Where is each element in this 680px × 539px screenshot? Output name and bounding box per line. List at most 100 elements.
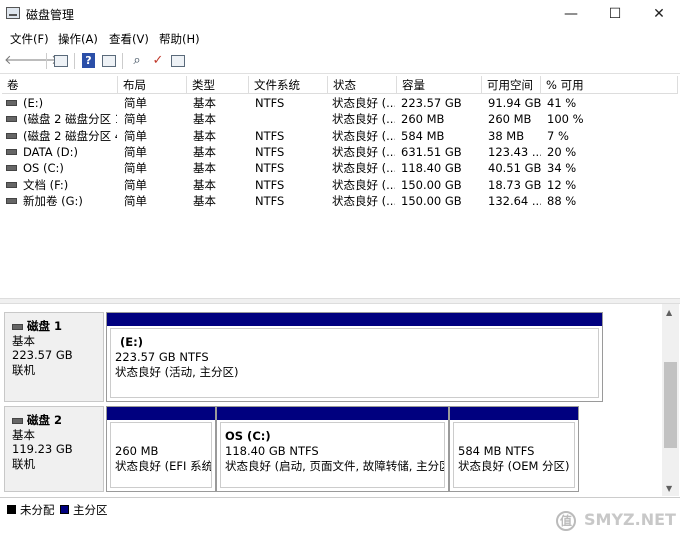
table-row[interactable]: 文档 (F:) 简单 基本 NTFS 状态良好 (... 150.00 GB 1… bbox=[2, 177, 678, 193]
partition-efi[interactable]: 260 MB 状态良好 (EFI 系统分 bbox=[106, 406, 216, 492]
disk-1-size: 223.57 GB bbox=[12, 348, 73, 362]
toolbar-separator bbox=[122, 53, 123, 69]
primary-partition-bar bbox=[107, 313, 602, 326]
cell-free-space: 40.51 GB bbox=[488, 161, 541, 176]
list-view-icon[interactable] bbox=[53, 53, 69, 69]
disk-1-type: 基本 bbox=[12, 333, 35, 348]
cell-capacity: 118.40 GB bbox=[401, 161, 462, 176]
col-header-type[interactable]: 类型 bbox=[187, 76, 249, 94]
table-row[interactable]: (磁盘 2 磁盘分区 1) 简单 基本 状态良好 (... 260 MB 260… bbox=[2, 111, 678, 127]
rescan-icon[interactable]: ⌕ bbox=[129, 53, 145, 69]
cell-capacity: 584 MB bbox=[401, 128, 445, 143]
partition-status: 状态良好 (启动, 页面文件, 故障转储, 主分区) bbox=[225, 459, 445, 473]
volume-icon bbox=[6, 116, 17, 123]
disk-2-label[interactable]: 磁盘 2 基本 119.23 GB 联机 bbox=[4, 406, 104, 492]
primary-partition-bar bbox=[107, 407, 215, 420]
cell-capacity: 223.57 GB bbox=[401, 96, 462, 110]
menu-action[interactable]: 操作(A) bbox=[58, 31, 98, 47]
cell-layout: 简单 bbox=[124, 161, 147, 176]
cell-status: 状态良好 (... bbox=[332, 177, 395, 192]
cell-percent-free: 100 % bbox=[547, 112, 584, 127]
partition-name: OS (C:) bbox=[225, 429, 271, 443]
disk-icon bbox=[12, 323, 23, 330]
cell-capacity: 631.51 GB bbox=[401, 144, 462, 159]
cell-layout: 简单 bbox=[124, 112, 147, 127]
properties-icon[interactable] bbox=[101, 53, 117, 69]
primary-partition-swatch bbox=[60, 505, 69, 514]
unallocated-swatch bbox=[7, 505, 16, 514]
partition-e[interactable]: (E:) 223.57 GB NTFS 状态良好 (活动, 主分区) bbox=[106, 312, 603, 402]
volume-icon bbox=[6, 132, 17, 139]
console-icon[interactable] bbox=[170, 53, 186, 69]
cell-volume: DATA (D:) bbox=[23, 144, 78, 159]
disk-management-app-icon bbox=[6, 7, 20, 19]
cell-type: 基本 bbox=[193, 193, 216, 208]
disk-1-status: 联机 bbox=[12, 362, 35, 377]
partition-size: 223.57 GB NTFS bbox=[115, 350, 209, 364]
cell-type: 基本 bbox=[193, 177, 216, 192]
volume-icon bbox=[6, 197, 17, 204]
vertical-scrollbar[interactable]: ▲ ▼ bbox=[662, 304, 679, 496]
col-header-filesystem[interactable]: 文件系统 bbox=[249, 76, 328, 94]
table-row[interactable]: (磁盘 2 磁盘分区 4) 简单 基本 NTFS 状态良好 (... 584 M… bbox=[2, 128, 678, 144]
toolbar-separator bbox=[74, 53, 75, 69]
cell-layout: 简单 bbox=[124, 144, 147, 159]
cell-volume: OS (C:) bbox=[23, 161, 64, 176]
cell-filesystem: NTFS bbox=[255, 193, 285, 208]
col-header-free-space[interactable]: 可用空间 bbox=[482, 76, 541, 94]
col-header-volume[interactable]: 卷 bbox=[2, 76, 118, 94]
help-icon[interactable]: ? bbox=[81, 53, 97, 69]
cell-capacity: 260 MB bbox=[401, 112, 445, 127]
table-row[interactable]: OS (C:) 简单 基本 NTFS 状态良好 (... 118.40 GB 4… bbox=[2, 160, 678, 176]
col-header-percent-free[interactable]: % 可用 bbox=[541, 76, 678, 94]
close-button[interactable]: ✕ bbox=[636, 0, 680, 28]
cell-free-space: 91.94 GB bbox=[488, 96, 541, 110]
partition-os-c[interactable]: OS (C:) 118.40 GB NTFS 状态良好 (启动, 页面文件, 故… bbox=[216, 406, 449, 492]
cell-filesystem: NTFS bbox=[255, 96, 285, 110]
col-header-status[interactable]: 状态 bbox=[328, 76, 397, 94]
col-header-layout[interactable]: 布局 bbox=[118, 76, 187, 94]
volume-icon bbox=[6, 165, 17, 172]
scroll-down-icon[interactable]: ▼ bbox=[666, 484, 672, 493]
cell-volume: (E:) bbox=[23, 96, 44, 110]
scroll-thumb[interactable] bbox=[664, 362, 677, 448]
toolbar-separator bbox=[46, 53, 47, 69]
cell-status: 状态良好 (... bbox=[332, 128, 395, 143]
maximize-button[interactable]: ☐ bbox=[592, 0, 638, 28]
disk-1-name: 磁盘 1 bbox=[27, 319, 63, 333]
window-title: 磁盘管理 bbox=[26, 8, 75, 22]
table-row[interactable]: (E:) 简单 基本 NTFS 状态良好 (... 223.57 GB 91.9… bbox=[2, 95, 678, 111]
partition-status: 状态良好 (OEM 分区) bbox=[458, 459, 570, 473]
cell-status: 状态良好 (... bbox=[332, 112, 395, 127]
cell-filesystem: NTFS bbox=[255, 128, 285, 143]
legend-bar: 未分配 主分区 bbox=[0, 497, 680, 519]
check-icon[interactable]: ✓ bbox=[150, 53, 166, 69]
menu-help[interactable]: 帮助(H) bbox=[159, 31, 200, 47]
menu-file[interactable]: 文件(F) bbox=[10, 31, 49, 47]
cell-capacity: 150.00 GB bbox=[401, 193, 462, 208]
partition-size: 118.40 GB NTFS bbox=[225, 444, 319, 458]
cell-percent-free: 88 % bbox=[547, 193, 577, 208]
minimize-button[interactable]: — bbox=[548, 0, 594, 28]
cell-percent-free: 34 % bbox=[547, 161, 577, 176]
cell-type: 基本 bbox=[193, 96, 216, 110]
volume-icon bbox=[6, 148, 17, 155]
cell-percent-free: 41 % bbox=[547, 96, 577, 110]
menu-bar: 文件(F) 操作(A) 查看(V) 帮助(H) bbox=[0, 28, 680, 48]
col-header-capacity[interactable]: 容量 bbox=[397, 76, 482, 94]
disk-icon bbox=[12, 417, 23, 424]
cell-layout: 简单 bbox=[124, 177, 147, 192]
disk-2-type: 基本 bbox=[12, 427, 35, 442]
cell-status: 状态良好 (... bbox=[332, 96, 395, 110]
forward-arrow-icon[interactable]: 🡒 bbox=[24, 53, 59, 69]
disk-2-name: 磁盘 2 bbox=[27, 413, 63, 427]
cell-type: 基本 bbox=[193, 161, 216, 176]
partition-name: (E:) bbox=[120, 335, 143, 349]
back-arrow-icon[interactable]: 🡐 bbox=[4, 53, 39, 69]
scroll-up-icon[interactable]: ▲ bbox=[666, 308, 672, 317]
disk-1-label[interactable]: 磁盘 1 基本 223.57 GB 联机 bbox=[4, 312, 104, 402]
partition-oem[interactable]: 584 MB NTFS 状态良好 (OEM 分区) bbox=[449, 406, 579, 492]
table-row[interactable]: 新加卷 (G:) 简单 基本 NTFS 状态良好 (... 150.00 GB … bbox=[2, 193, 678, 209]
menu-view[interactable]: 查看(V) bbox=[109, 31, 149, 47]
table-row[interactable]: DATA (D:) 简单 基本 NTFS 状态良好 (... 631.51 GB… bbox=[2, 144, 678, 160]
